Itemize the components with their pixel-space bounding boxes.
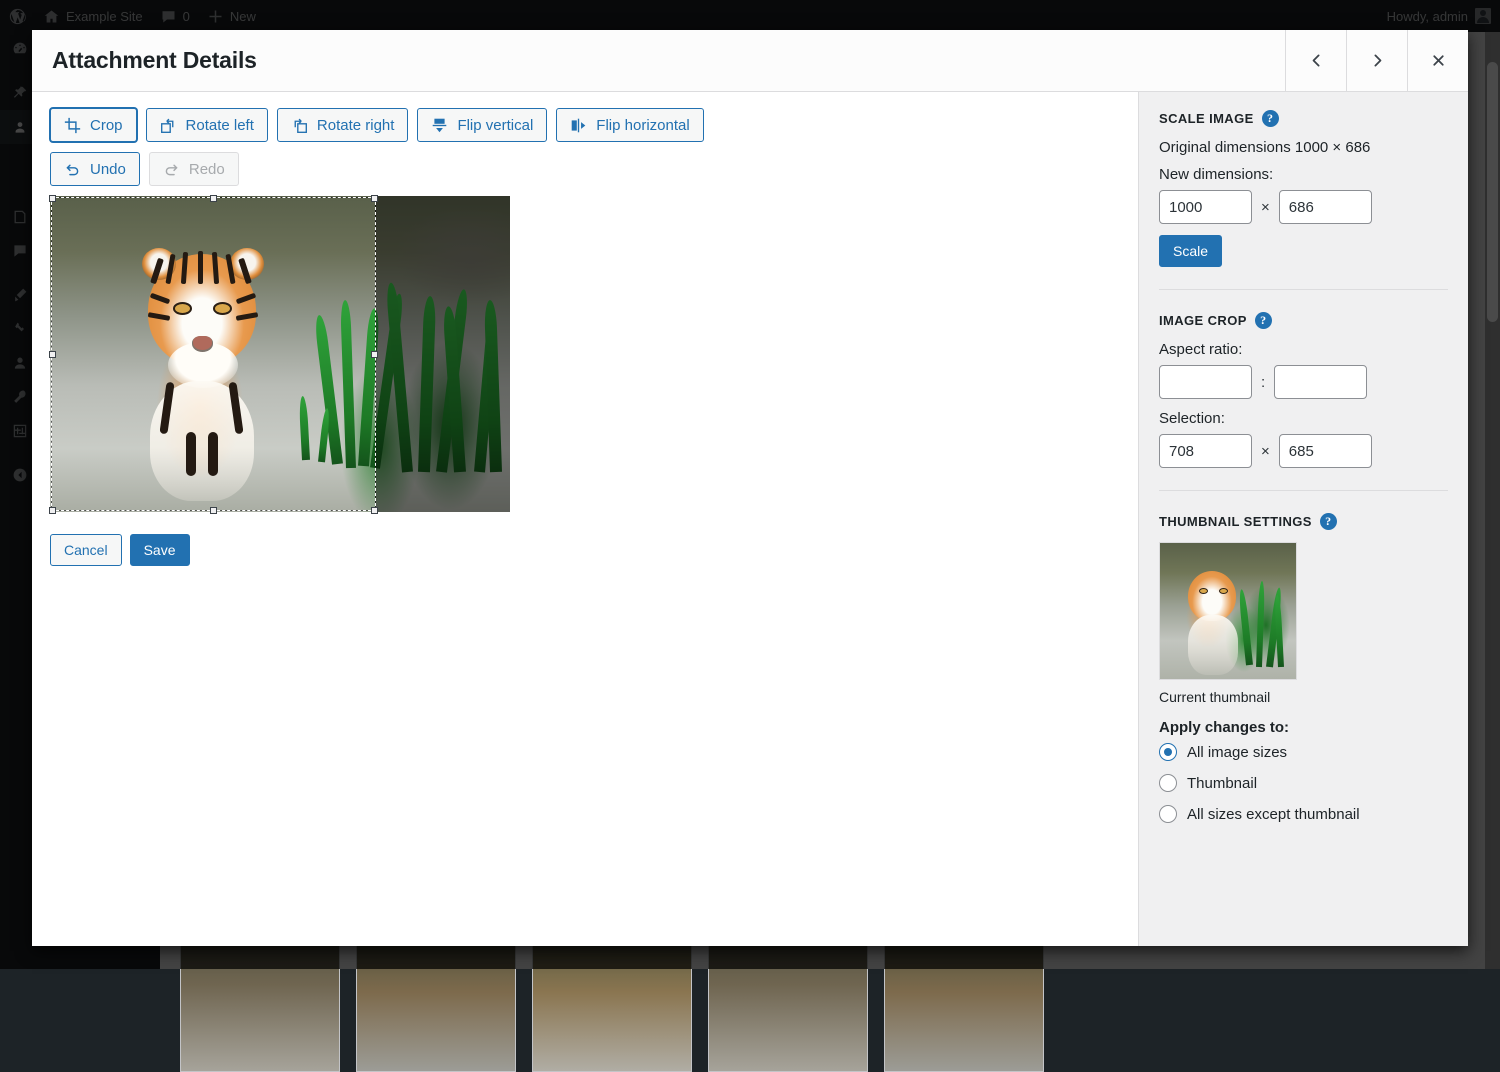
scale-button[interactable]: Scale [1159, 235, 1222, 267]
section-divider [1159, 289, 1448, 290]
radio-indicator[interactable] [1159, 805, 1177, 823]
radio-all-sizes-except-thumbnail[interactable]: All sizes except thumbnail [1159, 805, 1448, 823]
radio-indicator[interactable] [1159, 743, 1177, 761]
crop-handle-se[interactable] [371, 507, 378, 514]
selection-label: Selection: [1159, 410, 1448, 427]
redo-icon [163, 161, 180, 178]
help-icon[interactable]: ? [1320, 513, 1337, 530]
page-title: Attachment Details [32, 30, 1285, 91]
help-icon[interactable]: ? [1255, 312, 1272, 329]
undo-button[interactable]: Undo [50, 152, 140, 186]
undo-button-label: Undo [90, 162, 126, 177]
crop-handle-sw[interactable] [49, 507, 56, 514]
scale-image-section-title: Scale Image ? [1159, 110, 1448, 127]
editing-image [50, 196, 510, 512]
radio-label: All sizes except thumbnail [1187, 806, 1360, 823]
thumbnail-tiger-eye-right [1220, 589, 1227, 593]
tiger-eye-left [175, 304, 190, 313]
attachment-details-modal: Attachment Details Crop [32, 30, 1468, 946]
radio-thumbnail[interactable]: Thumbnail [1159, 774, 1448, 792]
original-dimensions-text: Original dimensions 1000 × 686 [1159, 139, 1448, 156]
aspect-ratio-width-input[interactable] [1159, 365, 1252, 399]
selection-width-input[interactable] [1159, 434, 1252, 468]
rotate-left-button-label: Rotate left [186, 118, 254, 133]
flip-vertical-button-label: Flip vertical [457, 118, 533, 133]
aspect-ratio-separator: : [1261, 374, 1265, 391]
save-button[interactable]: Save [130, 534, 190, 566]
rotate-right-button-label: Rotate right [317, 118, 395, 133]
flip-horizontal-button-label: Flip horizontal [596, 118, 689, 133]
modal-body: Crop Rotate left Rotate right [32, 92, 1468, 946]
thumbnail-settings-title-label: Thumbnail Settings [1159, 514, 1312, 529]
thumbnail-settings-section-title: Thumbnail Settings ? [1159, 513, 1448, 530]
image-editor-settings-panel: Scale Image ? Original dimensions 1000 ×… [1138, 92, 1468, 946]
scale-dimension-separator: × [1261, 199, 1270, 216]
radio-label: All image sizes [1187, 744, 1287, 761]
rotate-right-button[interactable]: Rotate right [277, 108, 409, 142]
section-divider [1159, 490, 1448, 491]
close-modal-button[interactable] [1407, 30, 1468, 91]
thumbnail-tiger-eye-left [1200, 589, 1207, 593]
flip-vertical-icon [431, 117, 448, 134]
page-scrollbar-thumb[interactable] [1487, 62, 1498, 322]
scale-width-input[interactable] [1159, 190, 1252, 224]
image-editor-column: Crop Rotate left Rotate right [32, 92, 1138, 946]
selection-height-input[interactable] [1279, 434, 1372, 468]
undo-icon [64, 161, 81, 178]
rotate-right-icon [291, 117, 308, 134]
current-thumbnail-preview [1159, 542, 1297, 680]
radio-all-image-sizes[interactable]: All image sizes [1159, 743, 1448, 761]
crop-icon [64, 117, 81, 134]
toolbar-row-history: Undo Redo [50, 152, 1120, 186]
crop-handle-ne[interactable] [371, 195, 378, 202]
help-icon[interactable]: ? [1262, 110, 1279, 127]
radio-label: Thumbnail [1187, 775, 1257, 792]
new-dimensions-label: New dimensions: [1159, 166, 1448, 183]
modal-header: Attachment Details [32, 30, 1468, 92]
image-crop-section-title: Image Crop ? [1159, 312, 1448, 329]
thumbnail-tiger-body [1188, 615, 1238, 675]
tiger-eye-right [215, 304, 230, 313]
flip-vertical-button[interactable]: Flip vertical [417, 108, 547, 142]
tiger-nose [193, 336, 212, 350]
crop-handle-w[interactable] [49, 351, 56, 358]
redo-button: Redo [149, 152, 239, 186]
image-crop-canvas[interactable] [50, 196, 510, 512]
selection-row: × [1159, 434, 1448, 468]
aspect-ratio-label: Aspect ratio: [1159, 341, 1448, 358]
thumbnail-tiger-head [1188, 571, 1236, 621]
flip-horizontal-button[interactable]: Flip horizontal [556, 108, 703, 142]
rotate-left-icon [160, 117, 177, 134]
crop-button[interactable]: Crop [50, 108, 137, 142]
close-icon [1430, 52, 1447, 69]
apply-changes-label: Apply changes to: [1159, 719, 1448, 736]
aspect-ratio-row: : [1159, 365, 1448, 399]
previous-media-button[interactable] [1285, 30, 1346, 91]
scale-image-title-label: Scale Image [1159, 111, 1254, 126]
rotate-left-button[interactable]: Rotate left [146, 108, 268, 142]
flip-horizontal-icon [570, 117, 587, 134]
redo-button-label: Redo [189, 162, 225, 177]
selection-separator: × [1261, 443, 1270, 460]
crop-handle-e[interactable] [371, 351, 378, 358]
crop-handle-n[interactable] [210, 195, 217, 202]
chevron-right-icon [1369, 52, 1386, 69]
toolbar-row-transform: Crop Rotate left Rotate right [50, 108, 1120, 142]
current-thumbnail-caption: Current thumbnail [1159, 689, 1448, 705]
image-editor-toolbar: Crop Rotate left Rotate right [50, 108, 1120, 186]
aspect-ratio-height-input[interactable] [1274, 365, 1367, 399]
scale-height-input[interactable] [1279, 190, 1372, 224]
image-crop-title-label: Image Crop [1159, 313, 1247, 328]
crop-button-label: Crop [90, 118, 123, 133]
editor-action-row: Cancel Save [50, 534, 1120, 566]
chevron-left-icon [1308, 52, 1325, 69]
scale-dimensions-row: × [1159, 190, 1448, 224]
cancel-button[interactable]: Cancel [50, 534, 122, 566]
crop-handle-nw[interactable] [49, 195, 56, 202]
next-media-button[interactable] [1346, 30, 1407, 91]
radio-indicator[interactable] [1159, 774, 1177, 792]
page-scrollbar[interactable] [1485, 32, 1500, 969]
crop-handle-s[interactable] [210, 507, 217, 514]
